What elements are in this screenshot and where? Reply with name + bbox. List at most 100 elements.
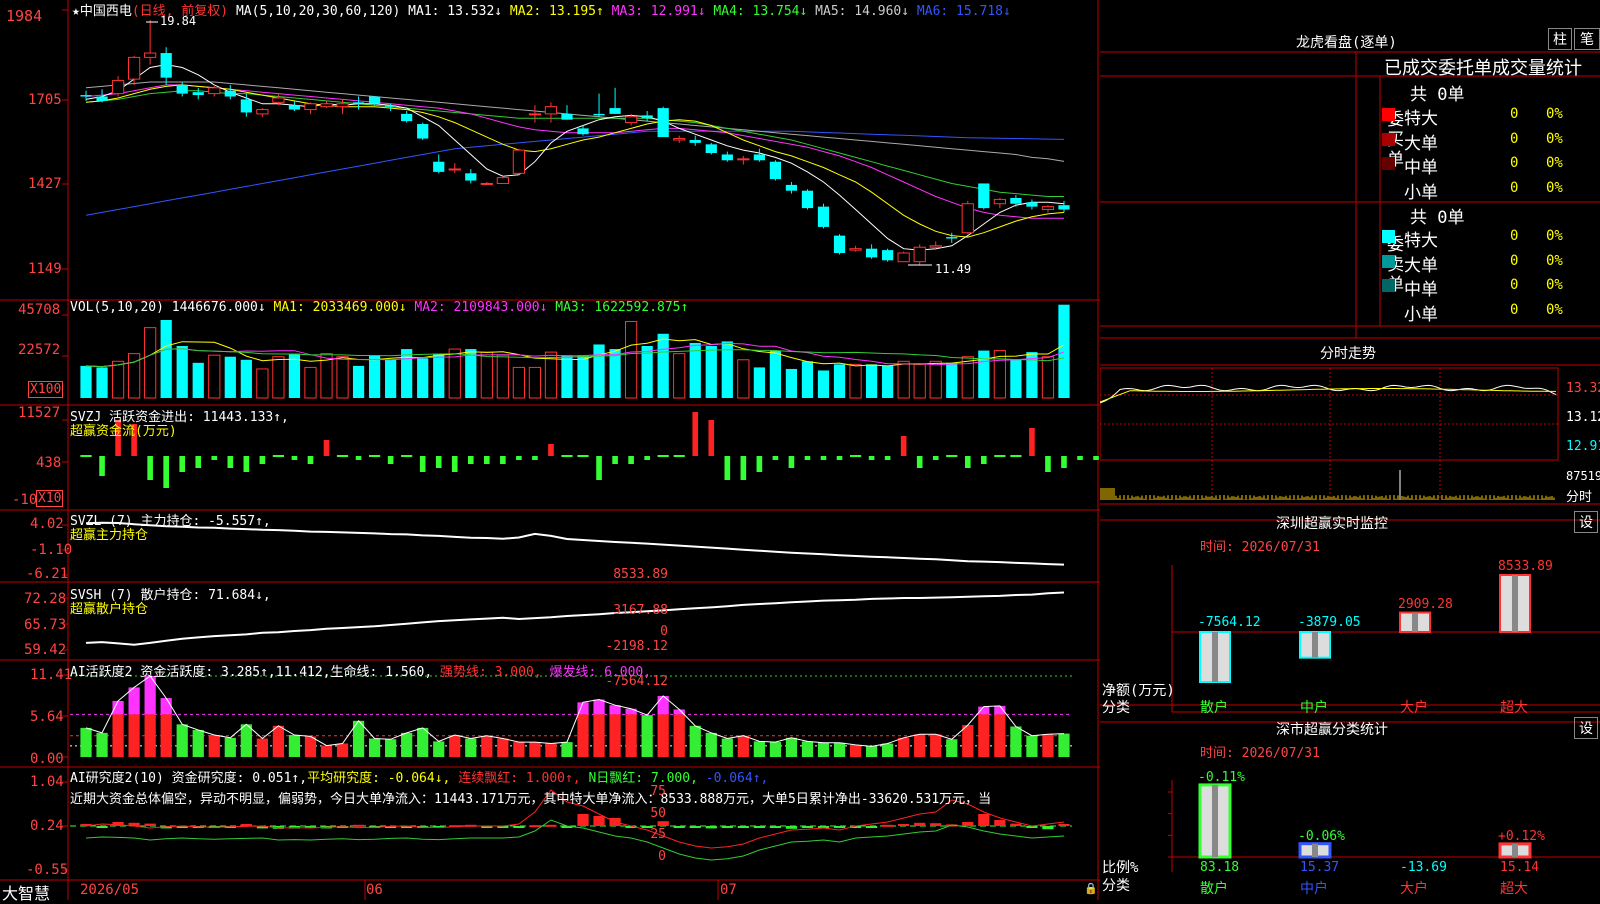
candle-body (978, 183, 990, 209)
fund-flow-bar (323, 440, 330, 456)
classify-value: -13.69 (1400, 860, 1447, 875)
ma-line-ma6 (85, 130, 1065, 216)
activity-bar (673, 714, 685, 757)
candle-body (224, 90, 236, 97)
bar-mode-button[interactable]: 柱 (1548, 28, 1572, 50)
volume-bar (882, 365, 894, 398)
activity-bar (962, 725, 974, 757)
fund-flow-bar (368, 455, 381, 457)
research-bar (352, 824, 365, 827)
volume-bar (593, 344, 605, 398)
candle-body (176, 84, 188, 94)
fund-flow-bar (657, 455, 669, 457)
fund-flow-bar (1077, 456, 1083, 460)
fund-flow-bar (836, 456, 843, 460)
candle-body (993, 198, 1006, 205)
monitor-y-tick: 0 (660, 624, 668, 639)
tick-mode-button[interactable]: 笔 (1574, 28, 1600, 50)
activity-bar (769, 742, 782, 757)
y-tick: 65.73 (24, 617, 67, 633)
stock-title[interactable]: ★中国西电 (72, 4, 132, 19)
fund-flow-bar (435, 456, 442, 468)
candle-body (80, 95, 92, 97)
y-tick: 0.00 (30, 751, 64, 767)
candle-body (465, 173, 477, 181)
volume-bar (417, 358, 429, 398)
monitor-y-tick: -7564.12 (605, 674, 668, 689)
order-percent: 0% (1546, 228, 1563, 244)
order-count: 0 (1510, 106, 1519, 122)
volume-bar (577, 355, 589, 398)
candle-body (1058, 205, 1070, 210)
research-bar (593, 816, 605, 826)
activity-bar (914, 734, 926, 757)
volume-bar (512, 366, 525, 399)
fund-flow-bar (804, 456, 811, 460)
candle-body (448, 168, 461, 171)
main-header: ★中国西电(日线, 前复权) MA(5,10,20,30,60,120) MA1… (72, 0, 1011, 19)
activity-bar (240, 724, 252, 757)
candle-body (1026, 202, 1038, 207)
fund-flow-bar (981, 456, 987, 464)
activity-bar (737, 735, 749, 757)
fund-flow-bar (916, 456, 923, 468)
fund-flow-bar (99, 456, 105, 476)
brand-label[interactable]: 大智慧 (2, 880, 50, 904)
candle-body (801, 190, 814, 209)
order-row: 特大 0 0% (1382, 104, 1582, 129)
monitor-bar-shade (1412, 612, 1418, 632)
chart-area[interactable]: ★中国西电(日线, 前复权) MA(5,10,20,30,60,120) MA1… (0, 0, 1100, 903)
dragon-title: 龙虎看盘(逐单) (1296, 35, 1397, 51)
activity-bar (882, 743, 894, 757)
fund-flow-bar (179, 456, 186, 472)
candle-body (865, 248, 878, 258)
fund-flow-bar (419, 456, 426, 472)
fund-flow-bar (788, 456, 795, 468)
fund-flow-bar (577, 455, 589, 457)
fund-flow-bar (211, 456, 218, 460)
candle-body (593, 113, 605, 116)
activity-bar (304, 736, 317, 757)
activity-bar-top (128, 687, 140, 715)
color-swatch (1382, 108, 1395, 121)
fund-flow-bar (516, 456, 522, 460)
order-row: 小单 0 0% (1382, 300, 1582, 325)
fund-flow-bar (868, 456, 875, 460)
y-tick: -0.55 (26, 862, 69, 878)
activity-bar (545, 743, 557, 757)
candle-body (111, 80, 125, 95)
classify-change: +0.12% (1498, 828, 1545, 844)
activity-bar (577, 714, 589, 757)
fund-flow-bar (884, 456, 891, 460)
color-swatch (1382, 157, 1395, 170)
candle-body (368, 96, 381, 104)
monitor-settings-button[interactable]: 设 (1574, 511, 1598, 533)
y-tick: 0.24 (30, 818, 64, 834)
volume-bar (641, 346, 653, 398)
order-row: 大单 0 0% (1382, 129, 1582, 154)
volume-bar (946, 362, 958, 398)
research-bar (545, 824, 557, 827)
vol-header: VOL(5,10,20) 1446676.000↓ MA1: 2033469.0… (70, 300, 689, 315)
fund-flow-bar (548, 444, 554, 456)
activity-bar (144, 714, 156, 757)
svzl-sub: 超赢主力持仓 (70, 528, 149, 543)
order-count: 0 (1510, 252, 1519, 269)
activity-bar (272, 725, 285, 757)
kline-chart[interactable] (0, 0, 1100, 900)
volume-bar (1058, 304, 1070, 398)
lock-icon[interactable]: 🔒 (1084, 882, 1098, 895)
candle-body (833, 235, 846, 254)
y-tick: 1705 (28, 92, 62, 108)
classify-settings-button[interactable]: 设 (1574, 717, 1598, 739)
ma-legend: MA1: 13.532↓ MA2: 13.195↑ MA3: 12.991↓ M… (408, 4, 1011, 19)
order-row: 中单 0 0% (1382, 275, 1582, 300)
color-swatch (1382, 254, 1395, 268)
volume-bar (705, 346, 717, 398)
candle-body (208, 87, 221, 95)
candle-body (352, 102, 365, 104)
order-count: 0 (1510, 301, 1519, 318)
fund-flow-bar (692, 412, 699, 456)
fund-flow-bar (291, 456, 298, 460)
fund-flow-bar (673, 455, 685, 457)
